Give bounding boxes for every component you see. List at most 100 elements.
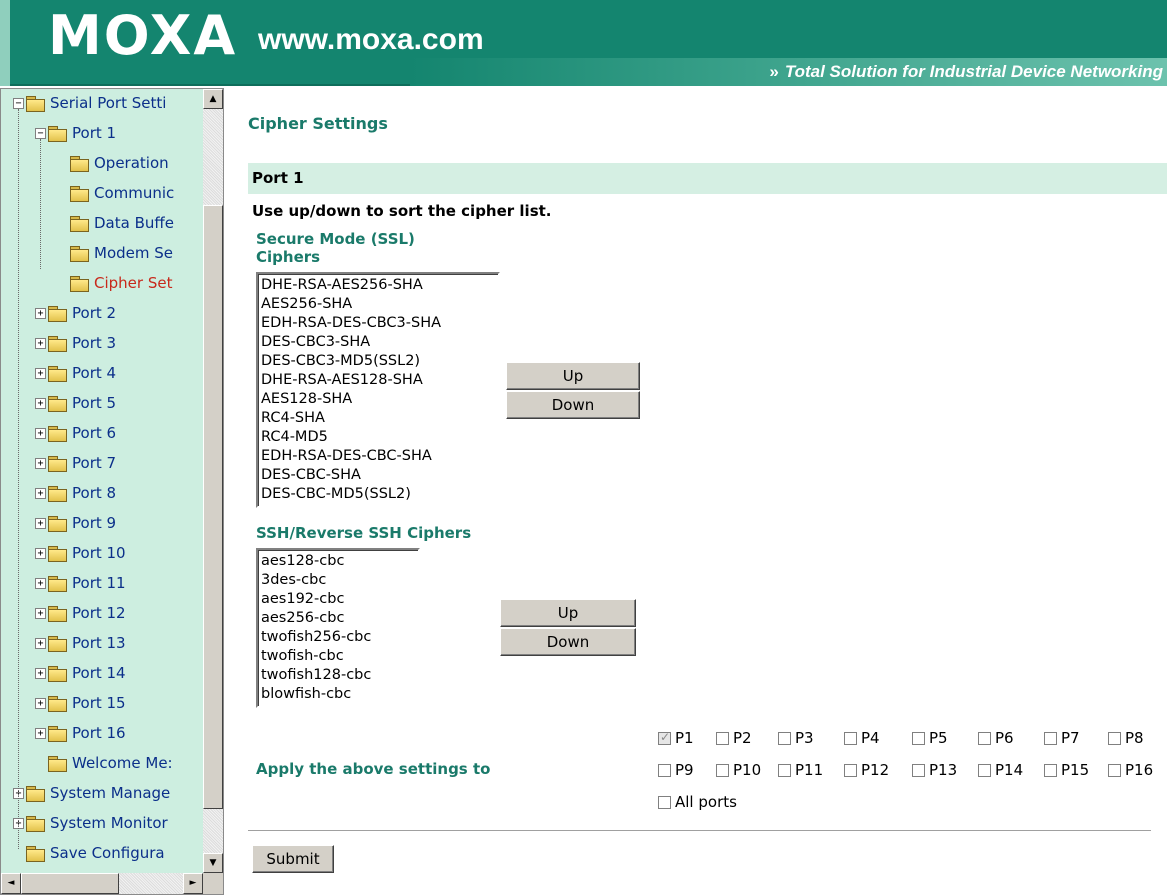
tree-horizontal-scrollbar[interactable]: ◄ ► [1,873,203,894]
expand-icon[interactable]: + [35,637,46,649]
all-ports-checkbox-item[interactable]: All ports [658,792,737,812]
expand-icon[interactable]: + [35,667,46,679]
port-checkbox[interactable] [778,763,791,777]
tree-item[interactable]: + Port 4 [35,360,116,386]
scroll-left-arrow-icon[interactable]: ◄ [1,873,21,894]
tree-item[interactable]: + Port 15 [35,690,126,716]
tree-item[interactable]: + System Manage [13,780,170,806]
port-checkbox-item[interactable]: P14 [978,760,1023,780]
port-checkbox[interactable] [716,763,729,777]
port-checkbox-item[interactable]: P8 [1108,728,1144,748]
tree-item[interactable]: + Port 16 [35,720,126,746]
navigation-tree[interactable]: − Serial Port Setti − Port 1 Operation Commun… [0,88,224,895]
tree-scroll-thumb[interactable] [203,205,223,809]
expand-icon[interactable]: + [35,517,46,529]
port-checkbox[interactable] [978,731,991,745]
port-checkbox-item[interactable]: P5 [912,728,948,748]
ssh-up-button[interactable]: Up [500,599,636,627]
port-checkbox-item[interactable]: P1 [658,728,694,748]
cipher-option[interactable]: EDH-RSA-DES-CBC3-SHA [261,314,495,333]
expand-icon[interactable]: + [35,367,46,379]
expand-icon[interactable]: + [35,487,46,499]
tree-item[interactable]: + Port 14 [35,660,126,686]
cipher-option[interactable]: AES128-SHA [261,390,495,409]
port-checkbox-item[interactable]: P3 [778,728,814,748]
port-checkbox-item[interactable]: P7 [1044,728,1080,748]
tree-item[interactable]: + Port 6 [35,420,116,446]
submit-button[interactable]: Submit [252,845,334,873]
expand-icon[interactable]: + [35,607,46,619]
port-checkbox[interactable] [658,763,671,777]
tree-vertical-scrollbar[interactable]: ▲ ▼ [203,89,223,873]
cipher-option[interactable]: twofish128-cbc [261,666,415,685]
expand-icon[interactable]: + [35,397,46,409]
expand-icon[interactable]: + [35,697,46,709]
port-checkbox[interactable] [978,763,991,777]
cipher-option[interactable]: blowfish-cbc [261,685,415,704]
all-ports-checkbox[interactable] [658,795,671,809]
tree-item[interactable]: Operation [70,150,169,176]
ssl-cipher-list[interactable]: DHE-RSA-AES256-SHA AES256-SHA EDH-RSA-DES-… [256,272,500,508]
collapse-icon[interactable]: − [13,97,24,109]
cipher-option[interactable]: AES256-SHA [261,295,495,314]
tree-item[interactable]: + Port 10 [35,540,126,566]
cipher-option[interactable]: DES-CBC3-MD5(SSL2) [261,352,495,371]
scroll-down-arrow-icon[interactable]: ▼ [203,853,223,873]
expand-icon[interactable]: + [35,337,46,349]
cipher-option[interactable]: aes128-cbc [261,552,415,571]
cipher-option[interactable]: EDH-RSA-DES-CBC-SHA [261,447,495,466]
tree-item[interactable]: + Port 5 [35,390,116,416]
cipher-option[interactable]: DHE-RSA-AES128-SHA [261,371,495,390]
expand-icon[interactable]: + [35,547,46,559]
tree-item[interactable]: Data Buffe [70,210,174,236]
cipher-option[interactable]: aes256-cbc [261,609,415,628]
cipher-option[interactable]: 3des-cbc [261,571,415,590]
tree-item[interactable]: Communic [70,180,174,206]
port-checkbox[interactable] [844,731,857,745]
scroll-right-arrow-icon[interactable]: ► [183,873,203,894]
port-checkbox[interactable] [716,731,729,745]
port-checkbox[interactable] [844,763,857,777]
tree-item[interactable]: + Port 7 [35,450,116,476]
collapse-icon[interactable]: − [35,127,46,139]
port-checkbox-item[interactable]: P11 [778,760,823,780]
tree-item[interactable]: + Port 3 [35,330,116,356]
cipher-option[interactable]: twofish-cbc [261,647,415,666]
ssh-cipher-list[interactable]: aes128-cbc 3des-cbc aes192-cbc aes256-cbc tw… [256,548,420,708]
tree-item[interactable]: − Port 1 [35,120,116,146]
port-checkbox-item[interactable]: P6 [978,728,1014,748]
cipher-option[interactable]: aes192-cbc [261,590,415,609]
expand-icon[interactable]: + [35,427,46,439]
expand-icon[interactable]: + [35,457,46,469]
port-checkbox-item[interactable]: P16 [1108,760,1153,780]
tree-item[interactable]: + Port 13 [35,630,126,656]
port-checkbox[interactable] [778,731,791,745]
cipher-option[interactable]: DES-CBC-SHA [261,466,495,485]
tree-item[interactable]: + System Monitor [13,810,168,836]
tree-item[interactable]: + Port 12 [35,600,126,626]
cipher-option[interactable]: DES-CBC3-SHA [261,333,495,352]
port-checkbox-item[interactable]: P4 [844,728,880,748]
port-checkbox[interactable] [912,731,925,745]
cipher-option[interactable]: twofish256-cbc [261,628,415,647]
tree-item[interactable]: Modem Se [70,240,173,266]
port-checkbox[interactable] [912,763,925,777]
ssl-down-button[interactable]: Down [506,391,640,419]
tree-item[interactable]: − Serial Port Setti [13,90,166,116]
port-checkbox-item[interactable]: P10 [716,760,761,780]
tree-item[interactable]: + Port 11 [35,570,126,596]
port-checkbox-item[interactable]: P12 [844,760,889,780]
cipher-option[interactable]: DHE-RSA-AES256-SHA [261,276,495,295]
expand-icon[interactable]: + [35,577,46,589]
ssh-down-button[interactable]: Down [500,628,636,656]
tree-item[interactable]: Cipher Set [70,270,172,296]
tree-item[interactable]: + Port 8 [35,480,116,506]
tree-item[interactable]: + Port 2 [35,300,116,326]
expand-icon[interactable]: + [35,727,46,739]
expand-icon[interactable]: + [35,307,46,319]
tree-item[interactable]: + Port 9 [35,510,116,536]
port-checkbox[interactable] [1044,731,1057,745]
ssl-up-button[interactable]: Up [506,362,640,390]
scroll-up-arrow-icon[interactable]: ▲ [203,89,223,109]
port-checkbox-item[interactable]: P9 [658,760,694,780]
